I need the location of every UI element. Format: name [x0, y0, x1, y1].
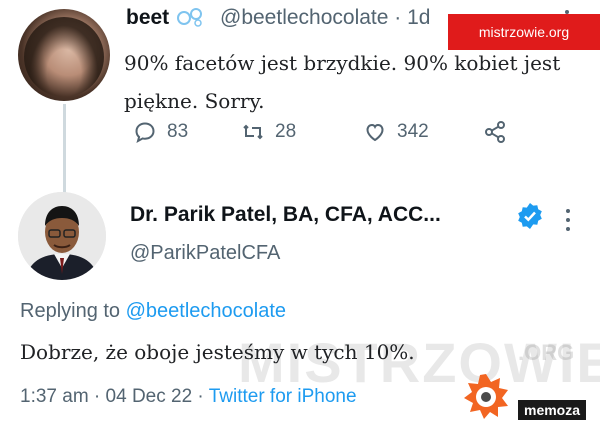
like-icon — [366, 123, 384, 142]
avatar-beet[interactable] — [18, 9, 110, 101]
replying-to-line: Replying to @beetlechocolate — [20, 300, 286, 323]
reply-icon — [135, 122, 155, 144]
memoza-watermark: memoza — [518, 400, 587, 420]
tweet2-time-date[interactable]: 1:37 am · 04 Dec 22 · — [20, 386, 209, 407]
thread-connector — [63, 104, 66, 194]
retweet-count: 28 — [275, 121, 297, 142]
tweet2-meta: 1:37 am · 04 Dec 22 · Twitter for iPhone — [20, 386, 357, 408]
reply-action[interactable]: 83 — [133, 120, 188, 144]
bubbles-emoji-icon — [177, 8, 202, 27]
tweet2-text: Dobrze, że oboje jesteśmy w tych 10%. — [20, 340, 415, 364]
watermark-org: .ORG — [518, 340, 575, 365]
tweet1-handle-time[interactable]: @beetlechocolate · 1d — [220, 6, 430, 30]
tweet2-handle[interactable]: @ParikPatelCFA — [130, 242, 280, 265]
retweet-icon — [243, 124, 263, 140]
tweet2-source[interactable]: Twitter for iPhone — [209, 386, 357, 407]
tweet1-display-name[interactable]: beet — [126, 6, 169, 30]
avatar-parik-patel[interactable] — [18, 192, 106, 280]
retweet-action[interactable]: 28 — [241, 120, 296, 144]
reply-count: 83 — [167, 121, 189, 142]
verified-icon — [518, 203, 542, 229]
like-action[interactable]: 342 — [363, 120, 429, 144]
share-action[interactable] — [483, 120, 507, 144]
person-portrait-icon — [18, 192, 106, 280]
replying-to-prefix: Replying to — [20, 300, 126, 322]
memoza-logo-icon — [464, 374, 508, 419]
tweet2-display-name[interactable]: Dr. Parik Patel, BA, CFA, ACC... — [130, 203, 441, 227]
like-count: 342 — [397, 121, 429, 142]
replying-to-mention[interactable]: @beetlechocolate — [126, 300, 286, 322]
tweet1-text: 90% facetów jest brzydkie. 90% kobiet je… — [124, 51, 561, 113]
share-icon — [485, 121, 505, 143]
more-icon[interactable] — [562, 206, 574, 234]
